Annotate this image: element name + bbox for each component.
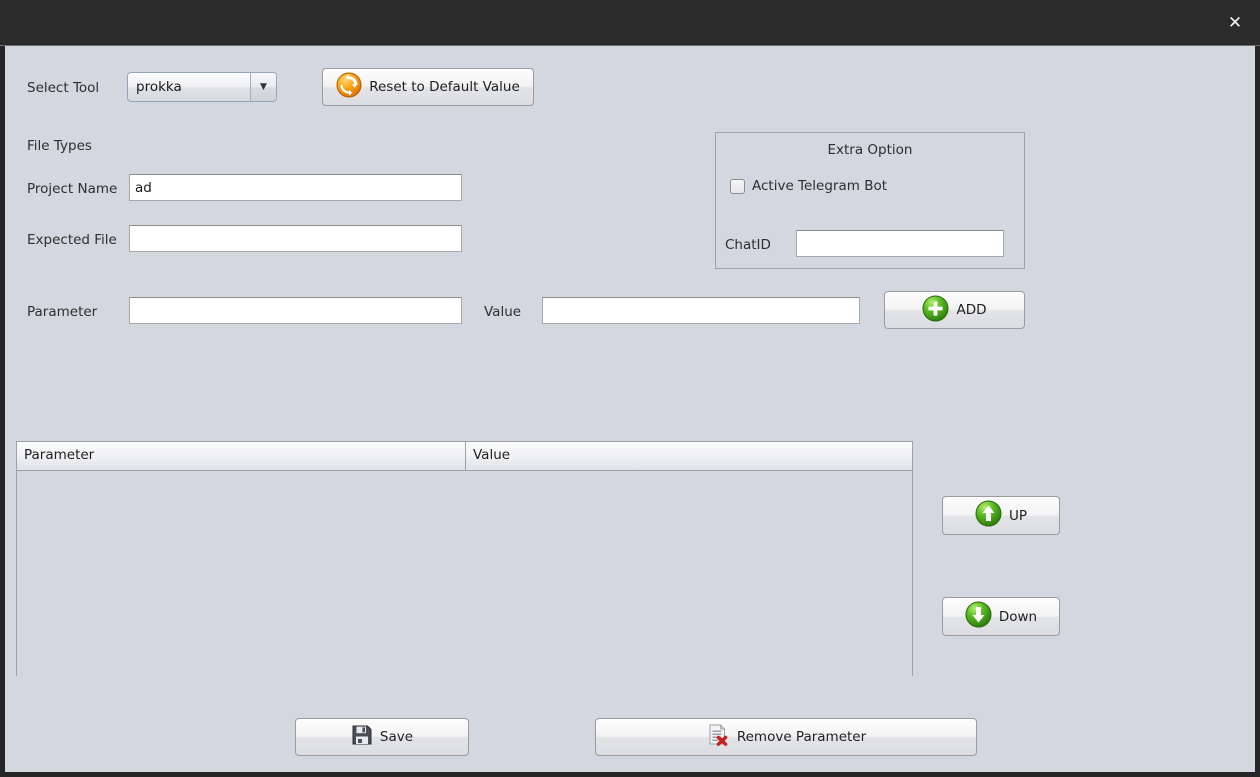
tool-configuration-window: ✕ Select Tool prokka ▼ Reset to Default … (0, 0, 1260, 777)
value-input[interactable] (542, 297, 860, 324)
document-delete-icon (706, 723, 730, 751)
move-down-label: Down (998, 608, 1038, 625)
refresh-icon (336, 72, 362, 102)
add-parameter-button[interactable]: ADD (884, 291, 1025, 329)
value-label: Value (484, 304, 522, 320)
move-down-button[interactable]: Down (942, 597, 1060, 636)
table-header-row: Parameter Value (17, 442, 912, 471)
window-titlebar: ✕ (0, 0, 1260, 46)
remove-parameter-label: Remove Parameter (736, 729, 867, 745)
remove-parameter-button[interactable]: Remove Parameter (595, 718, 977, 756)
expected-file-input[interactable] (129, 225, 462, 252)
parameter-label: Parameter (27, 304, 98, 320)
parameter-input[interactable] (129, 297, 462, 324)
arrow-down-circle-icon (965, 601, 992, 632)
table-column-header-parameter[interactable]: Parameter (17, 442, 466, 470)
extra-option-title: Extra Option (827, 142, 913, 158)
table-column-header-value[interactable]: Value (466, 442, 912, 470)
move-up-label: UP (1008, 507, 1028, 524)
save-button[interactable]: Save (295, 718, 469, 756)
project-name-input[interactable] (129, 174, 462, 201)
plus-circle-icon (922, 295, 949, 326)
save-label: Save (379, 729, 414, 745)
tool-select-value: prokka (136, 79, 182, 95)
active-telegram-bot-checkbox[interactable] (730, 179, 745, 194)
chatid-label: ChatID (725, 237, 771, 253)
parameter-table: Parameter Value (16, 441, 913, 676)
table-body[interactable] (17, 471, 912, 676)
project-name-label: Project Name (27, 181, 118, 197)
extra-option-group: Extra Option Active Telegram Bot ChatID (715, 132, 1025, 269)
chatid-input[interactable] (796, 230, 1004, 257)
select-tool-label: Select Tool (27, 80, 100, 96)
chevron-down-icon: ▼ (250, 73, 276, 101)
tool-select-dropdown[interactable]: prokka ▼ (127, 72, 277, 102)
reset-to-default-label: Reset to Default Value (369, 79, 520, 95)
active-telegram-bot-label: Active Telegram Bot (752, 178, 888, 194)
reset-to-default-button[interactable]: Reset to Default Value (322, 68, 534, 106)
close-icon[interactable]: ✕ (1220, 9, 1250, 37)
move-up-button[interactable]: UP (942, 496, 1060, 535)
add-parameter-label: ADD (956, 302, 987, 318)
floppy-disk-icon (351, 724, 373, 750)
arrow-up-circle-icon (975, 500, 1002, 531)
file-types-label: File Types (27, 138, 92, 154)
expected-file-label: Expected File (27, 232, 117, 248)
